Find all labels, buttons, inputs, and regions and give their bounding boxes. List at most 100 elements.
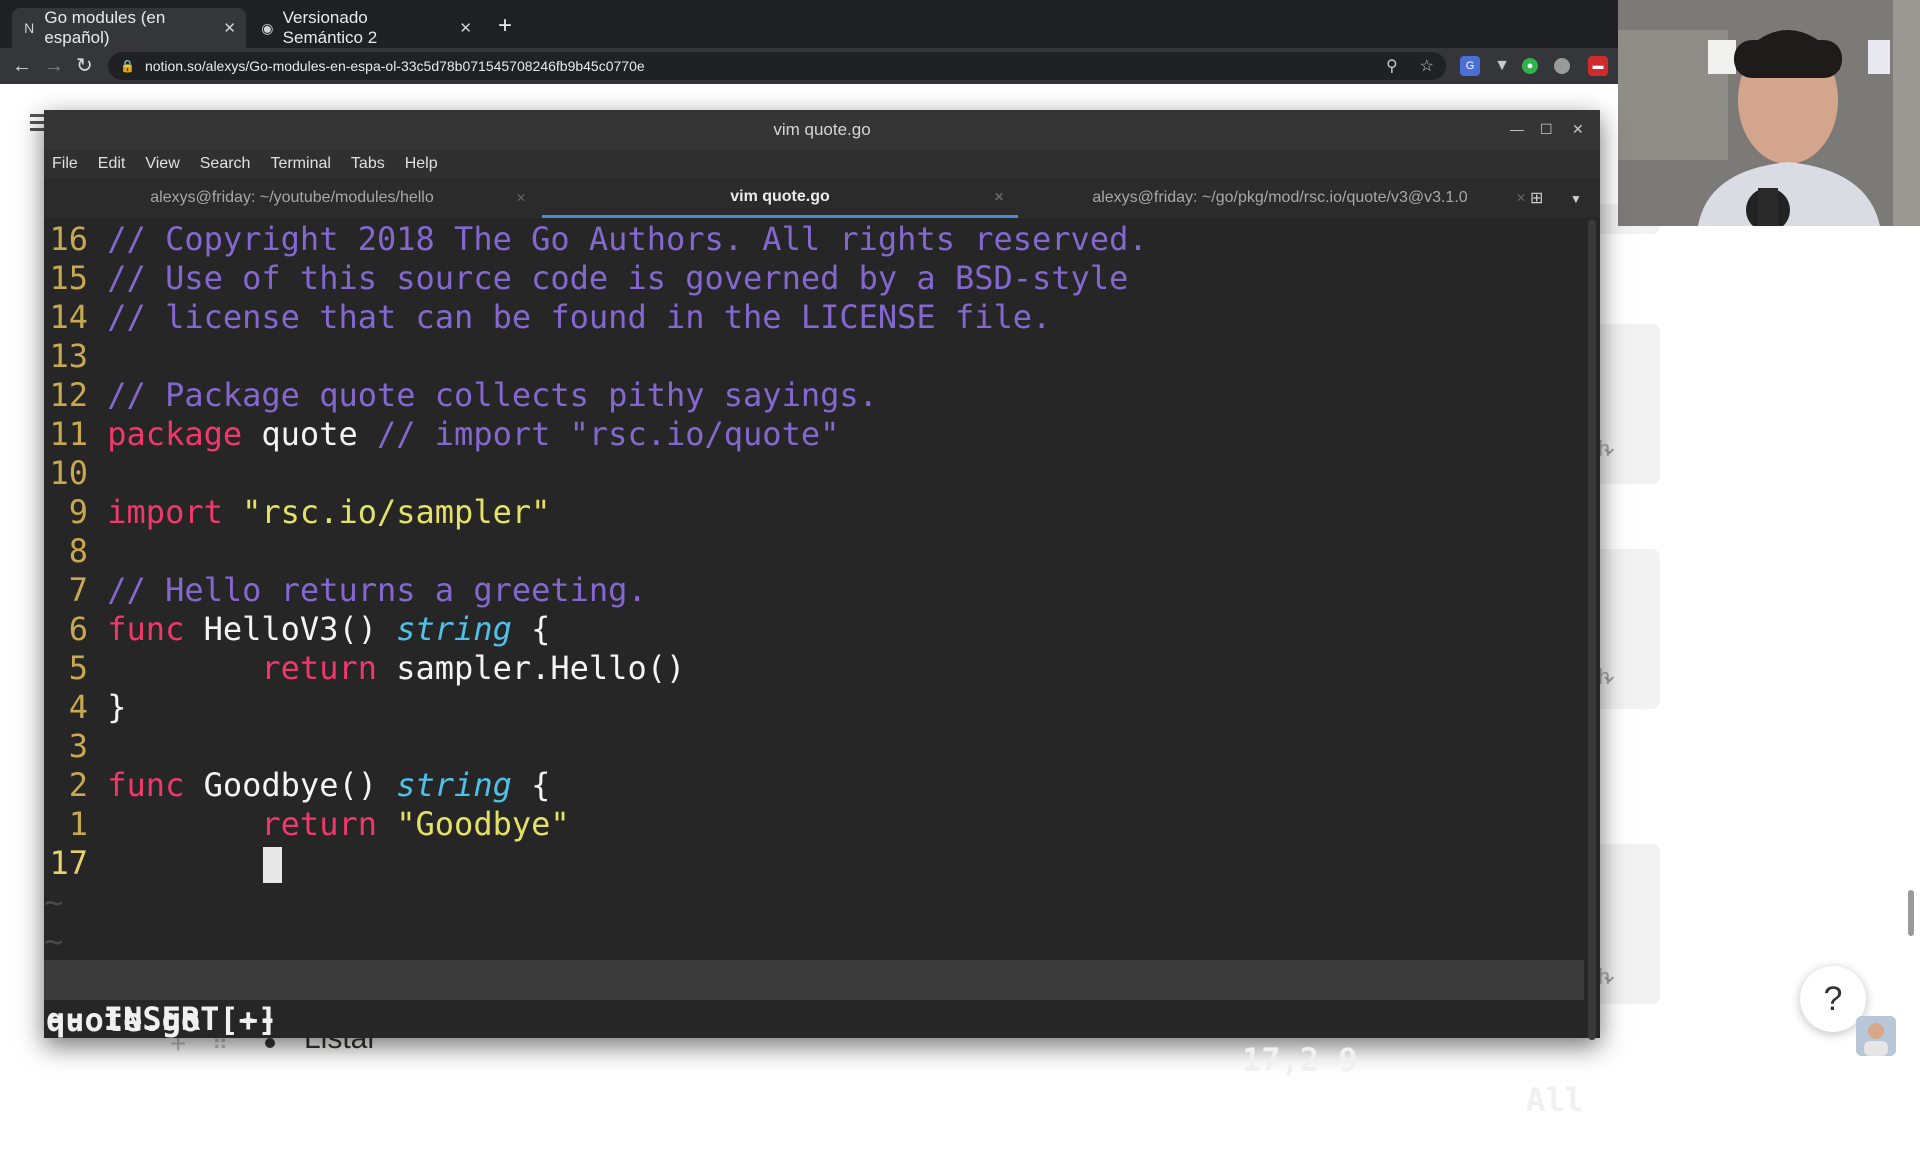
code-line: 5 return sampler.Hello() [44,649,686,688]
vim-editor[interactable]: 16 // Copyright 2018 The Go Authors. All… [44,218,1584,1070]
line-number: 9 [68,493,88,531]
maximize-icon[interactable]: ☐ [1540,122,1553,136]
star-icon[interactable]: ☆ [1420,56,1434,76]
code-token: return [261,649,377,687]
terminal-titlebar: vim quote.go — ☐ ✕ [44,110,1600,150]
red-extension-icon[interactable]: ▬ [1588,56,1608,76]
code-line: 10 [44,454,107,493]
green-extension-icon[interactable]: ● [1522,58,1538,74]
chevron-down-icon[interactable]: ⌄ [1600,434,1618,460]
code-line: 13 [44,337,107,376]
code-token: // license that can be found in the LICE… [107,298,1052,336]
code-token: string [396,766,512,804]
code-token: } [107,688,127,726]
notion-favicon-icon: N [24,20,35,36]
code-line: 12 // Package quote collects pithy sayin… [44,376,878,415]
code-token: return [261,805,377,843]
close-tab-icon[interactable]: ✕ [994,190,1004,204]
code-line: 6 func HelloV3() string { [44,610,551,649]
tabs-dropdown-icon[interactable]: ▼ [1570,192,1582,206]
code-line: 17 [44,844,283,883]
close-tab-icon[interactable]: ✕ [459,19,472,37]
menu-view[interactable]: View [145,155,179,173]
line-number: 14 [49,298,88,336]
browser-toolbar: ← → ↻ 🔒 notion.so/alexys/Go-modules-en-e… [0,48,1618,84]
close-tab-icon[interactable]: ✕ [1516,191,1526,205]
avatar[interactable] [1856,1016,1896,1056]
reload-icon[interactable]: ↻ [76,54,93,78]
menu-icon[interactable] [30,114,44,134]
menu-search[interactable]: Search [200,155,251,173]
menu-help[interactable]: Help [405,155,438,173]
line-number: 6 [68,610,88,648]
empty-buffer-line: ~ [44,922,64,960]
page-scrollbar[interactable] [1908,890,1914,936]
line-number: 5 [68,649,88,687]
webcam-video [1618,0,1920,226]
chevron-down-icon[interactable]: ⌄ [1600,662,1618,688]
code-line: 9 import "rsc.io/sampler" [44,493,551,532]
line-number: 3 [68,727,88,765]
terminal-tab-vim[interactable]: vim quote.go ✕ [542,178,1018,218]
vue-extension-icon[interactable]: ▼ [1492,56,1512,76]
terminal-window: vim quote.go — ☐ ✕ File Edit View Search… [44,110,1600,1119]
code-token: quote [242,415,377,453]
code-line: 11 package quote // import "rsc.io/quote… [44,415,839,454]
close-tab-icon[interactable]: ✕ [223,19,236,37]
terminal-tab-label: alexys@friday: ~/youtube/modules/hello [150,189,434,206]
menu-tabs[interactable]: Tabs [351,155,385,173]
line-number: 17 [49,844,88,882]
code-token: // import "rsc.io/quote" [376,415,840,453]
menu-file[interactable]: File [52,155,78,173]
code-line: 4 } [44,688,127,727]
code-token: { [511,766,551,804]
code-line: 14 // license that can be found in the L… [44,298,1051,337]
terminal-tab-hello[interactable]: alexys@friday: ~/youtube/modules/hello ✕ [44,178,540,218]
code-token: // Copyright 2018 The Go Authors. All ri… [107,220,1148,258]
browser-tab-versionado[interactable]: ◉ Versionado Semántico 2 ✕ [250,8,482,48]
minimize-icon[interactable]: — [1510,122,1524,136]
line-number: 10 [49,454,88,492]
empty-buffer-line: ~ [44,883,64,921]
address-bar[interactable]: 🔒 notion.so/alexys/Go-modules-en-espa-ol… [108,52,1446,80]
close-window-icon[interactable]: ✕ [1572,122,1584,136]
code-token: func [107,766,185,804]
close-tab-icon[interactable]: ✕ [516,191,526,205]
code-token: Goodbye() [184,766,397,804]
code-line: 15 // Use of this source code is governe… [44,259,1128,298]
grey-extension-icon[interactable] [1554,58,1570,74]
browser-tab-strip: N Go modules (en español) ✕ ◉ Versionado… [0,0,1618,48]
code-line: 8 [44,532,107,571]
line-number: 12 [49,376,88,414]
menu-terminal[interactable]: Terminal [270,155,330,173]
text-cursor [263,847,283,883]
code-line: 1 return "Goodbye" [44,805,570,844]
code-token: // Package quote collects pithy sayings. [107,376,878,414]
terminal-tab-quote[interactable]: alexys@friday: ~/go/pkg/mod/rsc.io/quote… [1020,178,1540,218]
new-terminal-tab-icon[interactable]: ⊞ [1530,188,1543,208]
browser-tab-title: Versionado Semántico 2 [282,8,378,47]
lock-icon: 🔒 [120,59,135,73]
code-line: 2 func Goodbye() string { [44,766,551,805]
forward-icon[interactable]: → [44,54,64,78]
menu-edit[interactable]: Edit [98,155,126,173]
line-number: 7 [68,571,88,609]
back-icon[interactable]: ← [12,54,32,78]
vim-mode-indicator: -- INSERT -- [46,1000,278,1038]
code-token: sampler.Hello() [376,649,686,687]
code-token: { [511,610,551,648]
status-scroll: All [1526,1081,1584,1119]
browser-tab-go-modules[interactable]: N Go modules (en español) ✕ [12,8,246,48]
terminal-tab-bar: alexys@friday: ~/youtube/modules/hello ✕… [44,178,1600,218]
line-number: 2 [68,766,88,804]
new-tab-button[interactable]: + [498,14,512,38]
chevron-down-icon[interactable]: ⌄ [1600,962,1618,988]
line-number: 16 [49,220,88,258]
code-token: "rsc.io/sampler" [242,493,551,531]
translate-extension-icon[interactable]: G [1460,56,1480,76]
terminal-scrollbar[interactable] [1588,220,1596,1040]
code-line: 3 [44,727,107,766]
zoom-icon[interactable]: ⚲ [1386,56,1398,76]
